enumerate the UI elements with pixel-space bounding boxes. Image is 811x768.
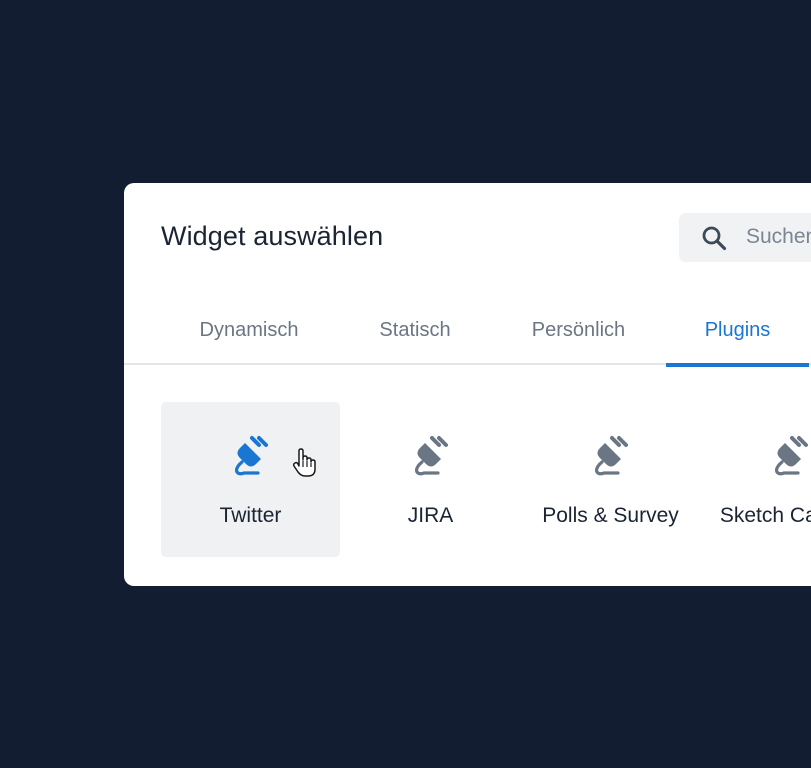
dialog-title: Widget auswählen — [161, 221, 384, 251]
plugin-tile-jira[interactable]: JIRA — [341, 402, 520, 557]
hand-cursor-icon — [292, 448, 316, 477]
plugin-tile-sketch-canvas[interactable]: Sketch Canvas — [701, 402, 811, 557]
tab-statisch[interactable]: Statisch — [354, 293, 476, 365]
tab-dynamisch[interactable]: Dynamisch — [179, 293, 319, 365]
plugin-tile-polls-survey[interactable]: Polls & Survey — [521, 402, 700, 557]
plug-icon — [774, 436, 808, 476]
plug-icon — [414, 436, 448, 476]
plug-icon — [594, 436, 628, 476]
tab-persoenlich[interactable]: Persönlich — [511, 293, 646, 365]
tab-plugins[interactable]: Plugins — [666, 293, 809, 367]
plugin-tile-twitter[interactable]: Twitter — [161, 402, 340, 557]
widget-picker-dialog: Widget auswählen Dynamisch Statisch Pers… — [124, 183, 811, 586]
tab-bar: Dynamisch Statisch Persönlich Plugins — [124, 293, 811, 367]
search-icon — [702, 226, 727, 251]
plug-icon — [234, 436, 268, 476]
search-box[interactable] — [679, 213, 811, 262]
search-input[interactable] — [746, 221, 811, 253]
plugin-label: Sketch Canvas — [719, 504, 811, 527]
